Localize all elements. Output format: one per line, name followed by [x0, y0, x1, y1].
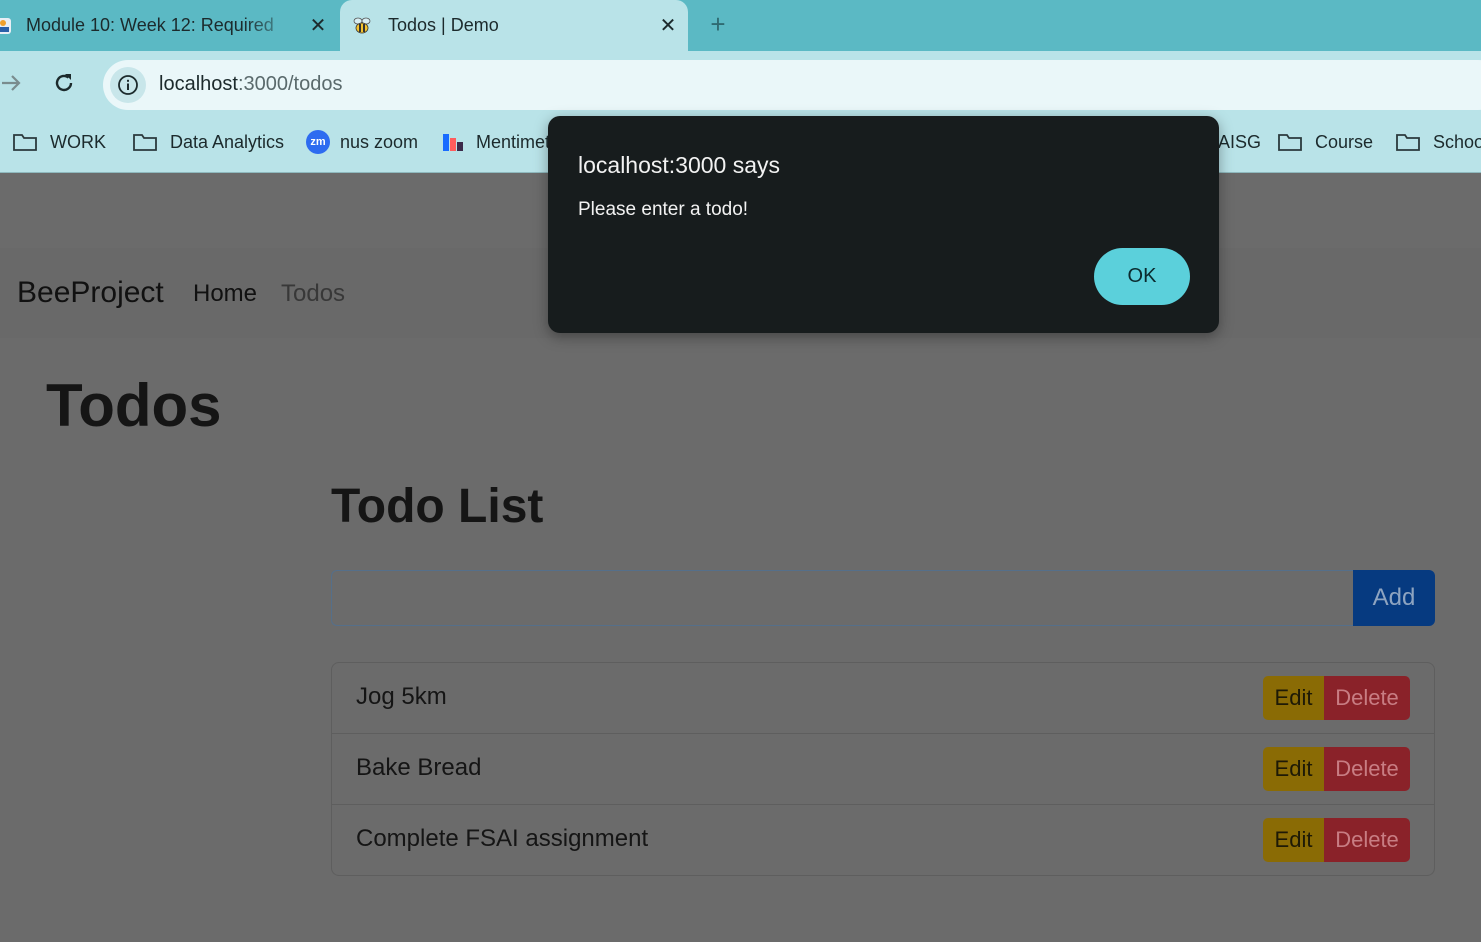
delete-button[interactable]: Delete	[1324, 818, 1410, 862]
mentimeter-icon	[443, 134, 463, 151]
nav-link-home[interactable]: Home	[193, 280, 257, 308]
forward-arrow-icon[interactable]	[0, 71, 24, 95]
ok-button[interactable]: OK	[1094, 248, 1190, 305]
tab-strip: Module 10: Week 12: Required ✕ Todos | D…	[0, 0, 1481, 51]
todo-text: Bake Bread	[356, 754, 482, 781]
folder-icon	[1396, 134, 1420, 151]
navbar-brand[interactable]: BeeProject	[17, 276, 164, 310]
new-tab-button[interactable]: +	[700, 6, 736, 42]
dialog-message: Please enter a todo!	[578, 199, 749, 220]
bookmark-label: AISG	[1218, 131, 1262, 152]
add-button[interactable]: Add	[1353, 570, 1435, 626]
tab-module-10[interactable]: Module 10: Week 12: Required ✕	[0, 0, 338, 51]
folder-icon	[13, 134, 37, 151]
address-bar[interactable]: localhost:3000/todos	[103, 60, 1481, 110]
bookmark-label: School	[1433, 131, 1481, 152]
page-title: Todos	[46, 372, 222, 439]
dialog-title: localhost:3000 says	[578, 152, 781, 178]
folder-icon	[133, 134, 157, 151]
tab-todos-demo[interactable]: Todos | Demo ✕	[340, 0, 688, 51]
bookmark-nus-zoom[interactable]: zm nus zoom	[306, 129, 418, 155]
edit-button[interactable]: Edit	[1263, 676, 1324, 720]
alert-dialog: localhost:3000 says Please enter a todo!…	[548, 116, 1219, 333]
todo-input[interactable]	[331, 570, 1353, 626]
nus-favicon-icon	[0, 17, 11, 34]
bookmark-label: nus zoom	[340, 131, 419, 152]
todo-list: Jog 5km Edit Delete Bake Bread Edit Dele…	[331, 662, 1435, 876]
url-text: localhost:3000/todos	[159, 73, 342, 96]
edit-button[interactable]: Edit	[1263, 818, 1324, 862]
todo-text: Jog 5km	[356, 683, 447, 710]
todo-list-heading: Todo List	[331, 480, 544, 533]
bookmark-label: Course	[1315, 131, 1374, 152]
list-item: Complete FSAI assignment Edit Delete	[332, 805, 1434, 875]
bookmark-label: WORK	[50, 131, 106, 152]
url-host: localhost	[159, 73, 238, 95]
list-item: Bake Bread Edit Delete	[332, 734, 1434, 805]
close-icon[interactable]: ✕	[648, 13, 688, 38]
reload-icon[interactable]	[52, 71, 76, 95]
bookmark-work[interactable]: WORK	[12, 129, 106, 155]
bookmark-course[interactable]: Course	[1277, 129, 1373, 155]
url-path: :3000/todos	[237, 73, 343, 95]
close-icon[interactable]: ✕	[298, 13, 338, 38]
edit-button[interactable]: Edit	[1263, 747, 1324, 791]
delete-button[interactable]: Delete	[1324, 676, 1410, 720]
folder-icon	[1278, 134, 1302, 151]
tab-title: Module 10: Week 12: Required	[26, 15, 274, 35]
bookmark-data-analytics[interactable]: Data Analytics	[132, 129, 284, 155]
bee-favicon-icon	[353, 17, 371, 33]
list-item: Jog 5km Edit Delete	[332, 663, 1434, 734]
zoom-icon: zm	[306, 130, 330, 154]
delete-button[interactable]: Delete	[1324, 747, 1410, 791]
bookmark-school[interactable]: School	[1395, 129, 1481, 155]
bookmark-label: Data Analytics	[170, 131, 285, 152]
browser-toolbar: localhost:3000/todos	[0, 51, 1481, 114]
nav-link-todos[interactable]: Todos	[281, 280, 345, 308]
todo-text: Complete FSAI assignment	[356, 825, 649, 852]
site-info-button[interactable]	[110, 67, 146, 103]
info-icon	[118, 75, 138, 95]
tab-title: Todos | Demo	[388, 15, 499, 35]
